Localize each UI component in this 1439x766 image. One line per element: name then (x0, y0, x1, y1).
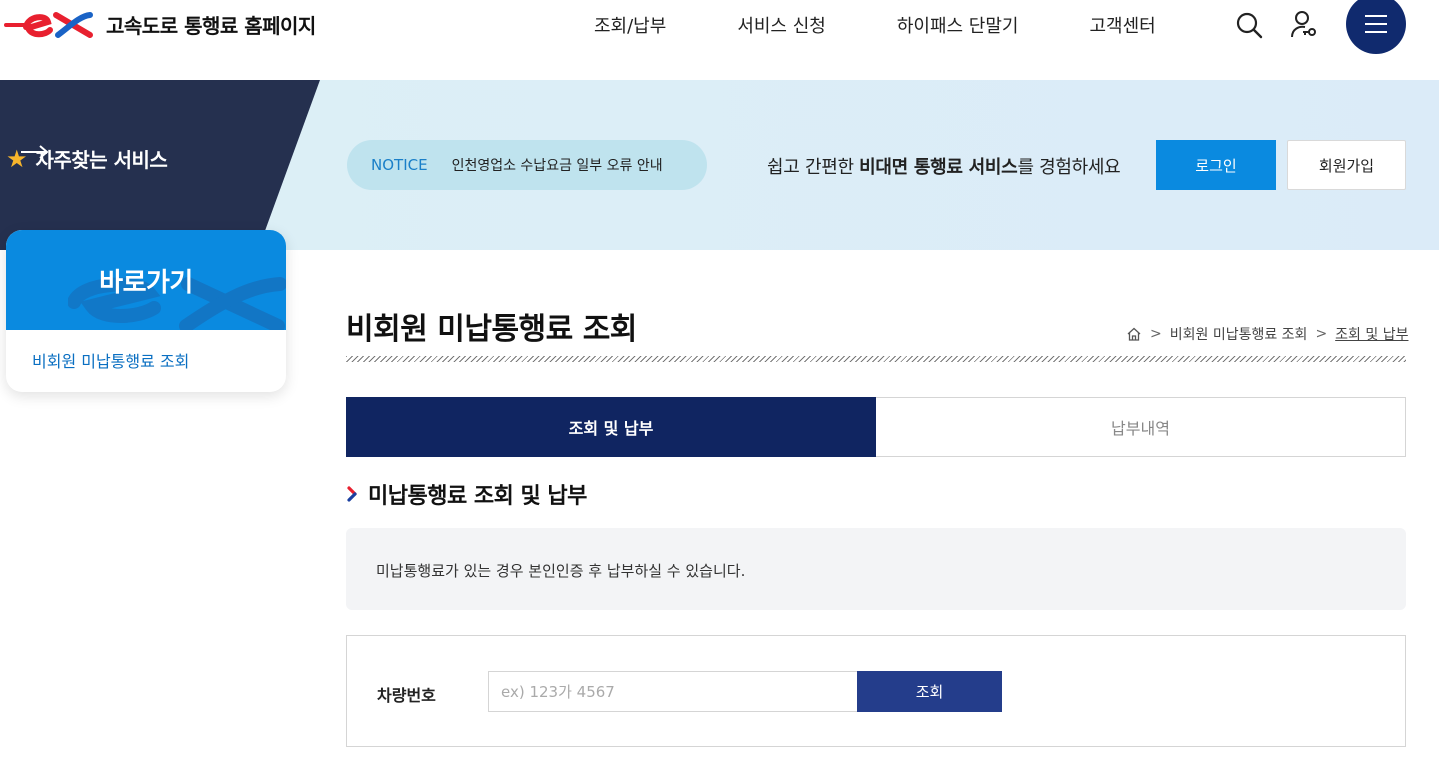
quick-links-card: 바로가기 비회원 미납통행료 조회 (6, 230, 286, 392)
notice-pill[interactable]: NOTICE 인천영업소 수납요금 일부 오류 안내 (347, 140, 707, 190)
quick-link-nonmember-unpaid[interactable]: 비회원 미납통행료 조회 (32, 348, 189, 372)
site-header: 고속도로 통행료 홈페이지 조회/납부 서비스 신청 하이패스 단말기 고객센터 (0, 0, 1439, 80)
nav-item-customer-center[interactable]: 고객센터 (1090, 12, 1156, 38)
main-navigation: 조회/납부 서비스 신청 하이패스 단말기 고객센터 (560, 0, 1156, 50)
breadcrumb-current[interactable]: 조회 및 납부 (1335, 324, 1408, 344)
breadcrumb-item[interactable]: 비회원 미납통행료 조회 (1170, 324, 1308, 344)
quick-links-header: 바로가기 (6, 230, 286, 330)
site-logo-link[interactable]: 고속도로 통행료 홈페이지 (4, 6, 316, 42)
login-button[interactable]: 로그인 (1156, 140, 1276, 190)
nav-item-service-application[interactable]: 서비스 신청 (737, 12, 826, 38)
chevron-right-icon: > (1150, 326, 1162, 342)
user-key-icon (1291, 11, 1316, 38)
plate-search-form: 차량번호 조회 (346, 635, 1406, 747)
banner-message-prefix: 쉽고 간편한 (767, 157, 860, 178)
tab-bar: 조회 및 납부 납부내역 (346, 397, 1406, 457)
plate-number-input[interactable] (488, 671, 858, 712)
favorites-services-link[interactable]: ★ 자주찾는 서비스 (6, 144, 168, 173)
hamburger-menu-icon-line (1365, 23, 1387, 25)
hamburger-menu-icon-line (1365, 15, 1387, 17)
chevron-bullet-icon (347, 486, 357, 502)
tab-payment-history[interactable]: 납부내역 (876, 397, 1406, 457)
search-icon (1236, 12, 1263, 39)
hamburger-menu-icon-line (1365, 31, 1387, 33)
favorites-label: 자주찾는 서비스 (35, 148, 168, 172)
site-title: 고속도로 통행료 홈페이지 (106, 13, 316, 38)
top-banner: ★ 자주찾는 서비스 NOTICE 인천영업소 수납요금 일부 오류 안내 쉽고… (0, 80, 1439, 250)
search-button[interactable] (1234, 10, 1264, 40)
notice-text: 인천영업소 수납요금 일부 오류 안내 (451, 158, 663, 174)
title-divider (346, 356, 1406, 362)
search-submit-button[interactable]: 조회 (857, 671, 1002, 712)
nav-item-inquiry-payment[interactable]: 조회/납부 (594, 12, 666, 38)
section-title: 미납통행료 조회 및 납부 (368, 484, 587, 509)
banner-message: 쉽고 간편한 비대면 통행료 서비스를 경험하세요 (767, 153, 1121, 179)
banner-message-bold: 비대면 통행료 서비스 (859, 157, 1018, 178)
breadcrumb: > 비회원 미납통행료 조회 > 조회 및 납부 (1126, 324, 1408, 344)
join-button[interactable]: 회원가입 (1287, 140, 1406, 190)
hamburger-menu-button[interactable] (1346, 0, 1406, 54)
section-heading: 미납통행료 조회 및 납부 (346, 478, 587, 510)
notice-tag: NOTICE (371, 156, 428, 174)
banner-message-suffix: 를 경험하세요 (1017, 157, 1121, 178)
chevron-right-icon: > (1315, 326, 1328, 342)
page-title: 비회원 미납통행료 조회 (346, 312, 637, 347)
info-text: 미납통행료가 있는 경우 본인인증 후 납부하실 수 있습니다. (376, 562, 746, 580)
tab-inquiry-payment[interactable]: 조회 및 납부 (346, 397, 876, 457)
favorites-panel: ★ 자주찾는 서비스 (0, 80, 320, 250)
info-box: 미납통행료가 있는 경우 본인인증 후 납부하실 수 있습니다. (346, 528, 1406, 610)
plate-number-label: 차량번호 (377, 686, 436, 705)
nav-item-hipass-terminal[interactable]: 하이패스 단말기 (897, 12, 1019, 38)
arrow-right-icon (21, 145, 49, 159)
user-account-button[interactable] (1289, 10, 1319, 40)
quick-links-title: 바로가기 (99, 268, 193, 298)
ex-logo-icon (4, 12, 93, 38)
home-icon[interactable] (1126, 326, 1142, 342)
